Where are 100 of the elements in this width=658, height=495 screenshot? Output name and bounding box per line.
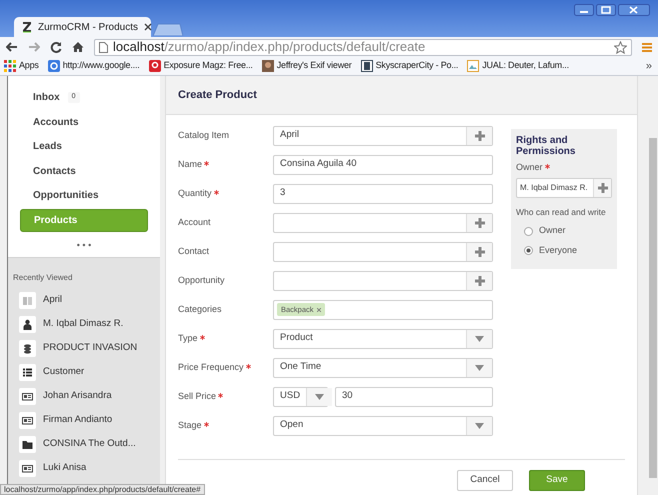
person-icon xyxy=(22,318,33,330)
field-label: Price Frequency xyxy=(178,360,244,374)
id-card-icon xyxy=(22,390,33,402)
page-icon xyxy=(99,42,108,52)
lookup-field[interactable] xyxy=(273,242,493,262)
field-label: Who can read and write xyxy=(516,206,607,218)
dropdown-button[interactable] xyxy=(466,416,492,434)
bookmark-icon xyxy=(148,60,161,72)
bookmark-icon xyxy=(262,60,274,72)
plus-icon xyxy=(598,182,608,192)
field-label: Opportunity xyxy=(178,274,225,287)
nav-item[interactable]: Contacts xyxy=(20,160,148,183)
field-label: Catalog Item xyxy=(178,128,230,142)
add-button[interactable] xyxy=(466,272,492,290)
bookmark-link[interactable]: http://www.google.... xyxy=(48,59,140,73)
image-icon xyxy=(467,60,480,72)
address-bar[interactable]: localhost/zurmo/app/index.php/products/default/create xyxy=(94,38,632,56)
bookmark-link[interactable]: Jeffrey's Exif viewer xyxy=(262,59,352,73)
recent-item[interactable]: PRODUCT INVASION xyxy=(13,336,155,360)
recent-item[interactable]: Luki Anisa xyxy=(13,456,155,480)
folder-icon xyxy=(22,438,33,450)
add-button[interactable] xyxy=(466,214,492,232)
dropdown-button[interactable] xyxy=(466,330,492,348)
field-label: Account xyxy=(178,216,211,229)
section-title: Recently Viewed xyxy=(13,273,74,284)
field-label: Stage xyxy=(178,418,202,432)
caret-icon xyxy=(475,336,484,342)
recent-item[interactable]: CONSINA The Outd... xyxy=(13,432,155,456)
plus-icon xyxy=(474,130,484,140)
bookmark-link[interactable]: Exposure Magz: Free... xyxy=(148,59,253,73)
remove-icon xyxy=(316,308,321,312)
text-field[interactable]: 30 xyxy=(335,386,493,406)
cancel-button[interactable]: Cancel xyxy=(457,470,513,491)
url-text: localhost/zurmo/app/index.php/products/default/create xyxy=(113,38,426,56)
lookup-field[interactable] xyxy=(273,270,493,290)
recent-item[interactable]: Customer xyxy=(13,360,155,384)
app-logo-icon xyxy=(22,21,32,33)
text-field[interactable]: Consina Aguila 40 xyxy=(273,154,493,174)
recent-item[interactable]: April xyxy=(13,288,155,312)
bookmark-link[interactable]: SkyscraperCity - Po... xyxy=(360,59,458,73)
stack-icon xyxy=(22,342,33,354)
list-icon xyxy=(22,366,33,378)
dropdown[interactable]: Product xyxy=(273,328,493,348)
status-url: localhost/zurmo/app/index.php/products/default/create# xyxy=(0,484,205,495)
star-icon xyxy=(614,40,627,54)
back-icon xyxy=(6,42,18,52)
recent-item[interactable]: Johan Arisandra xyxy=(13,384,155,408)
forward-icon xyxy=(28,42,40,52)
nav-item[interactable]: Leads xyxy=(20,135,148,158)
lookup-field[interactable]: April xyxy=(273,126,493,146)
more-bookmarks-button[interactable]: » xyxy=(646,58,652,74)
add-button[interactable] xyxy=(593,178,611,196)
nav-item[interactable]: Accounts xyxy=(20,110,148,134)
bookmark-link[interactable]: Apps xyxy=(4,59,39,73)
bookmark-icon xyxy=(360,60,373,72)
lookup-field[interactable] xyxy=(273,212,493,232)
field-label: Owner xyxy=(516,161,543,174)
radio-option[interactable]: Everyone xyxy=(516,244,612,258)
close-icon xyxy=(618,4,650,16)
nav-item[interactable]: Opportunities xyxy=(20,184,148,208)
nav-label: Inbox xyxy=(33,91,60,105)
plus-icon xyxy=(474,218,484,228)
book-icon xyxy=(22,294,33,306)
browser-tab[interactable]: ZurmoCRM - Products xyxy=(14,17,151,37)
caret-icon xyxy=(315,394,324,400)
recent-item[interactable]: Firman Andianto xyxy=(13,408,155,432)
add-button[interactable] xyxy=(466,126,492,144)
lookup-field[interactable]: M. Iqbal Dimasz R. xyxy=(516,178,612,198)
tab-title: ZurmoCRM - Products xyxy=(38,20,138,34)
dropdown-button[interactable] xyxy=(466,358,492,376)
field-label: Sell Price xyxy=(178,390,216,403)
plus-icon xyxy=(474,246,484,256)
home-icon xyxy=(72,41,84,53)
bookmark-icon xyxy=(48,60,60,72)
text-field[interactable]: 3 xyxy=(273,184,493,204)
id-card-icon xyxy=(22,462,33,474)
page-title: Create Product xyxy=(178,88,257,103)
menu-icon xyxy=(642,42,652,52)
id-card-icon xyxy=(22,414,33,426)
bookmark-link[interactable]: JUAL: Deuter, Lafum... xyxy=(467,59,569,73)
field-label: Contact xyxy=(178,244,210,258)
panel-title: Rights and Permissions xyxy=(516,135,576,157)
caret-icon xyxy=(475,422,484,428)
reload-icon xyxy=(50,41,62,53)
more-button[interactable]: • • • xyxy=(8,234,160,258)
field-label: Quantity xyxy=(178,186,212,200)
add-button[interactable] xyxy=(466,242,492,260)
radio-option[interactable]: Owner xyxy=(516,224,612,238)
dropdown[interactable]: One Time xyxy=(273,358,493,378)
field-label: Categories xyxy=(178,302,222,316)
close-icon xyxy=(144,23,152,31)
minimize-icon xyxy=(574,4,594,16)
maximize-icon xyxy=(596,4,616,16)
apps-grid-icon xyxy=(4,60,16,72)
recent-item[interactable]: M. Iqbal Dimasz R. xyxy=(13,312,155,336)
dropdown[interactable]: Open xyxy=(273,416,493,436)
dropdown-button[interactable] xyxy=(306,388,332,406)
plus-icon xyxy=(474,276,484,286)
caret-icon xyxy=(475,364,484,370)
field-label: Type xyxy=(178,332,198,345)
